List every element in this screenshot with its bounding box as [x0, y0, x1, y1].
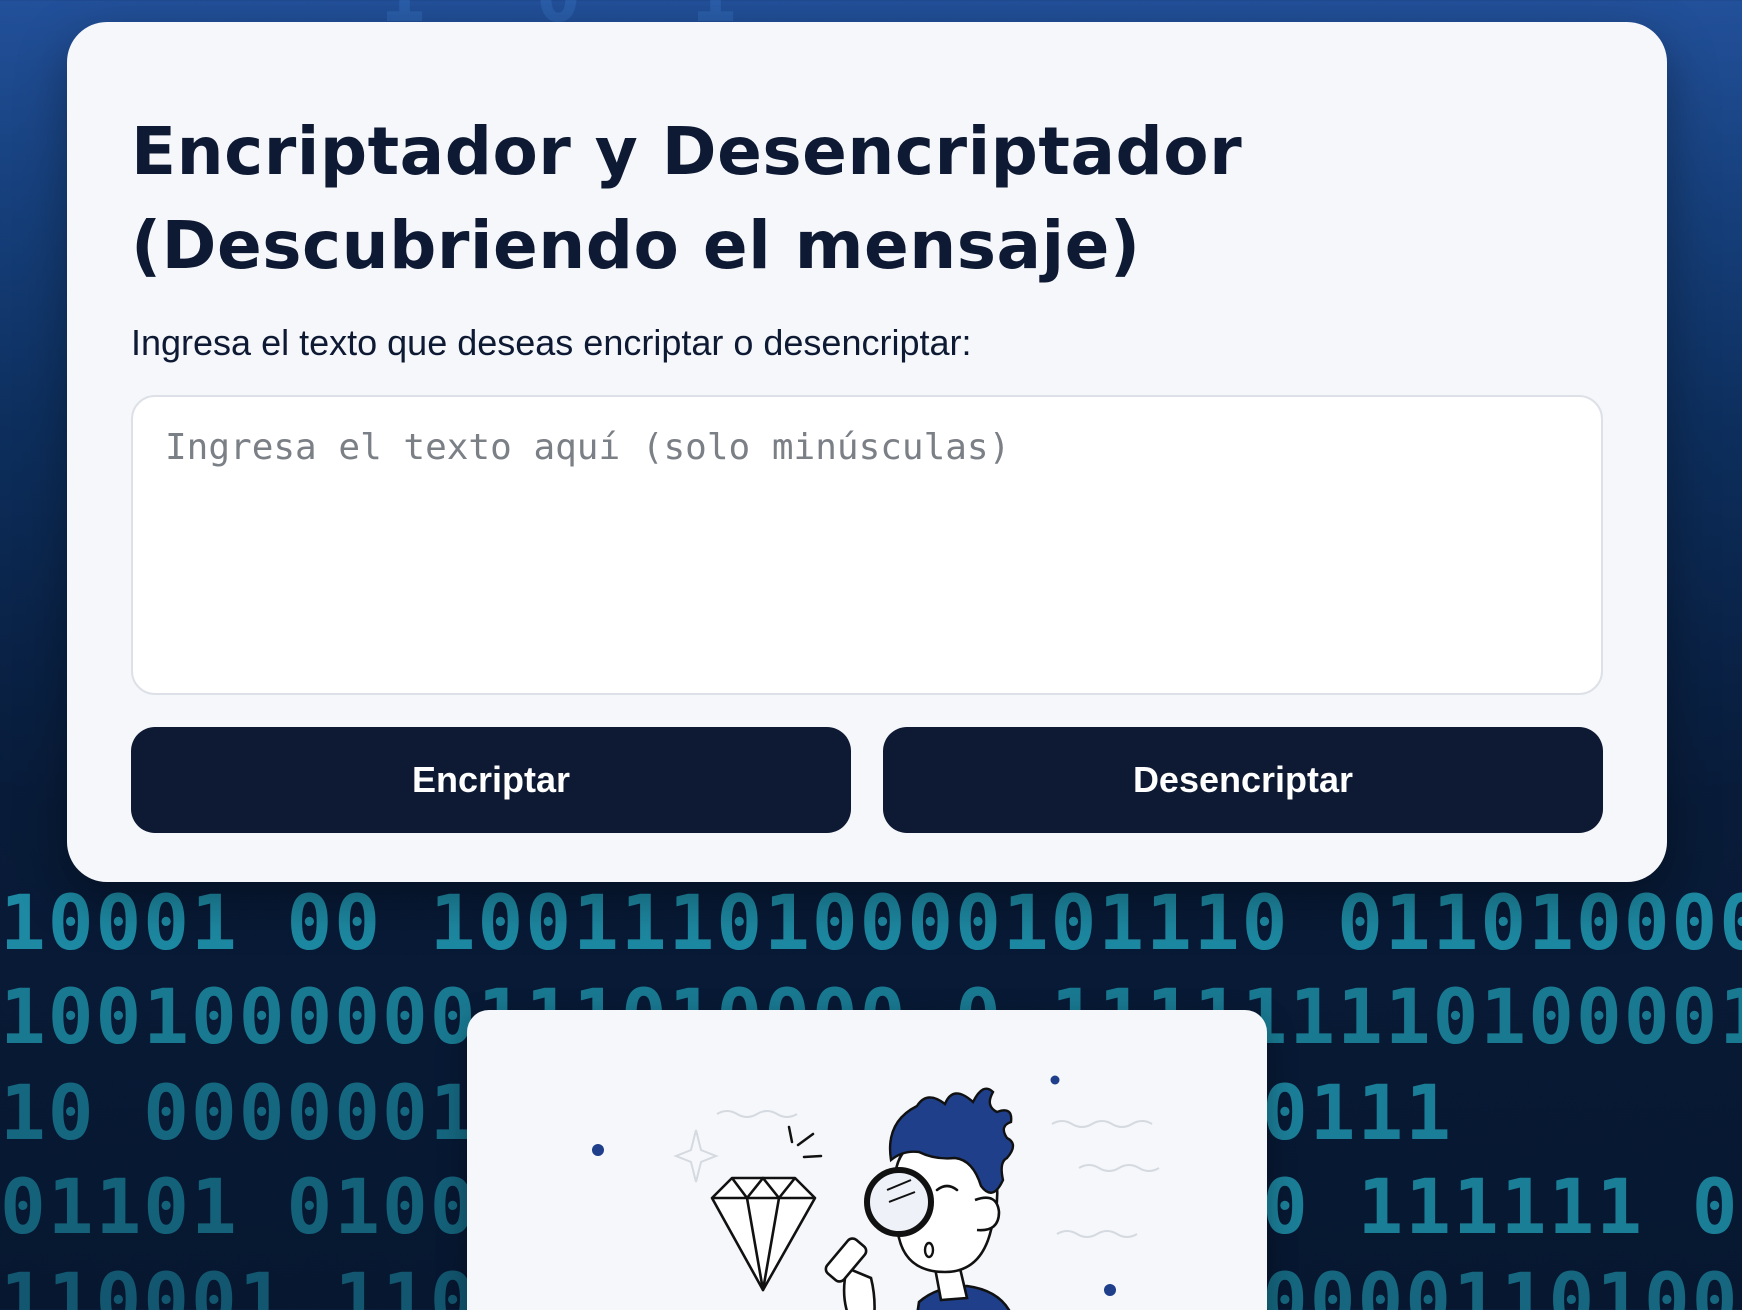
encrypt-button[interactable]: Encriptar [131, 727, 851, 833]
binary-row: 110001 1100 [0, 1256, 526, 1310]
decrypt-button[interactable]: Desencriptar [883, 727, 1603, 833]
instruction-text: Ingresa el texto que deseas encriptar o … [131, 322, 972, 363]
binary-row: 0 111111 01 [1262, 1162, 1742, 1251]
binary-row: 01101 01000 [0, 1162, 526, 1251]
person-inspecting-diamond-icon [592, 1075, 1160, 1310]
text-input[interactable] [131, 395, 1603, 695]
binary-row: 0000110100 [1262, 1256, 1740, 1310]
action-buttons: Encriptar Desencriptar [131, 727, 1603, 833]
encrypter-card: Encriptador y Desencriptador (Descubrien… [67, 22, 1667, 882]
page-title: Encriptador y Desencriptador (Descubrien… [131, 22, 1603, 293]
title-line-1: Encriptador y Desencriptador [131, 113, 1243, 190]
illustration-card [467, 1010, 1267, 1310]
title-line-2: (Descubriendo el mensaje) [131, 207, 1141, 284]
binary-row: 0111 [1262, 1068, 1454, 1157]
binary-row: 10001 00 100111010000101110 0110100001 [0, 878, 1742, 967]
